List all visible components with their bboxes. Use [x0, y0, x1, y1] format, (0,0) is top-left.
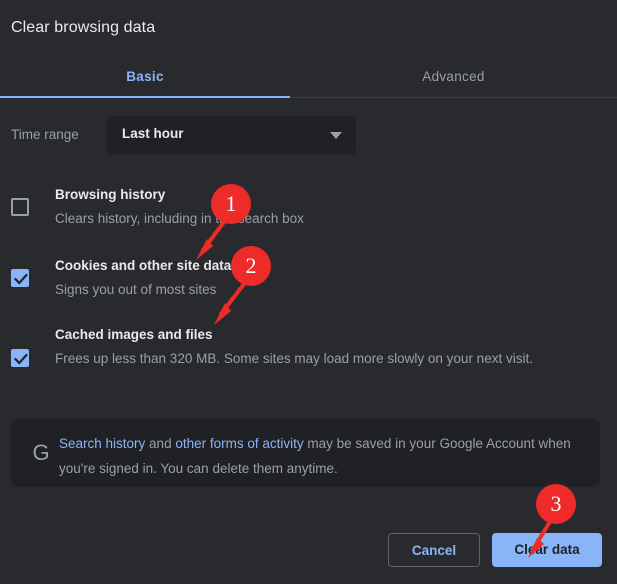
checkbox-browsing-history[interactable] — [11, 198, 29, 216]
active-tab-indicator — [0, 96, 290, 98]
chevron-down-icon — [330, 132, 342, 139]
option-text: Cookies and other site data Signs you ou… — [55, 256, 599, 302]
link-search-history[interactable]: Search history — [59, 436, 145, 451]
time-range-value: Last hour — [122, 126, 184, 141]
page-title: Clear browsing data — [11, 17, 155, 39]
option-title: Browsing history — [55, 185, 599, 205]
google-g-icon: G — [28, 440, 54, 466]
time-range-row: Time range Last hour — [0, 116, 617, 156]
option-text: Browsing history Clears history, includi… — [55, 185, 599, 231]
time-range-select[interactable]: Last hour — [107, 116, 356, 154]
option-cached-images[interactable]: Cached images and files Frees up less th… — [0, 319, 617, 404]
tab-basic[interactable]: Basic — [0, 57, 290, 97]
link-other-forms-of-activity[interactable]: other forms of activity — [175, 436, 303, 451]
banner-mid: and — [145, 436, 175, 451]
option-description: Frees up less than 320 MB. Some sites ma… — [55, 346, 599, 371]
option-description: Signs you out of most sites — [55, 277, 599, 302]
annotation-badge-3: 3 — [536, 484, 576, 524]
option-text: Cached images and files Frees up less th… — [55, 325, 599, 371]
tab-bar: Basic Advanced — [0, 57, 617, 98]
checkbox-cached-images[interactable] — [11, 349, 29, 367]
cancel-button[interactable]: Cancel — [388, 533, 480, 567]
checkbox-cookies[interactable] — [11, 269, 29, 287]
annotation-badge-1: 1 — [211, 184, 251, 224]
option-description: Clears history, including in the search … — [55, 206, 599, 231]
banner-text: Search history and other forms of activi… — [59, 431, 584, 481]
tab-advanced[interactable]: Advanced — [290, 57, 617, 97]
google-account-banner: G Search history and other forms of acti… — [11, 419, 600, 487]
option-browsing-history[interactable]: Browsing history Clears history, includi… — [0, 179, 617, 241]
option-title: Cached images and files — [55, 325, 599, 345]
clear-browsing-data-dialog: Clear browsing data Basic Advanced Time … — [0, 0, 617, 584]
annotation-badge-2: 2 — [231, 246, 271, 286]
option-title: Cookies and other site data — [55, 256, 599, 276]
option-cookies[interactable]: Cookies and other site data Signs you ou… — [0, 250, 617, 310]
time-range-label: Time range — [11, 127, 79, 142]
clear-data-button[interactable]: Clear data — [492, 533, 602, 567]
